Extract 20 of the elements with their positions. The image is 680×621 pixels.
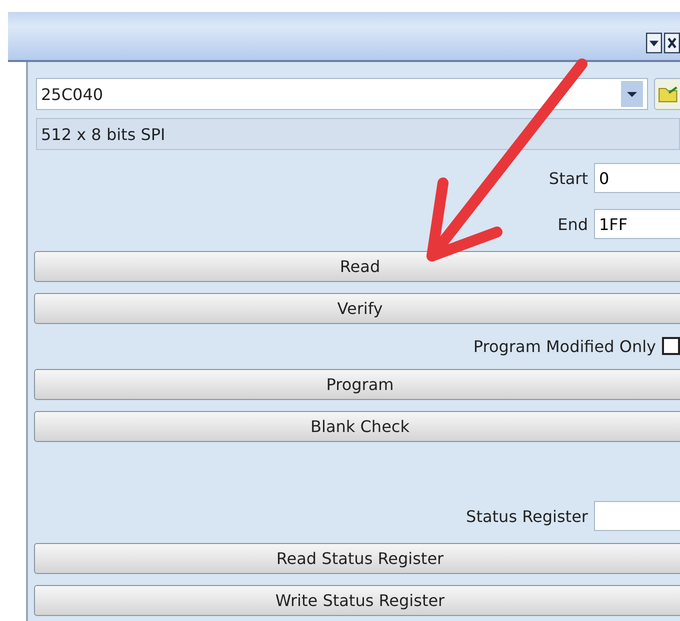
action-button[interactable]: Verify — [34, 293, 680, 324]
field-label: End — [558, 214, 588, 234]
input-field[interactable]: 0 — [594, 163, 680, 193]
close-icon[interactable] — [664, 32, 680, 54]
action-button[interactable]: Blank Check — [34, 411, 680, 442]
checkbox-label: Program Modified Only — [473, 336, 656, 356]
field-label: Start — [548, 168, 588, 188]
field-label: Status Register — [466, 506, 588, 526]
action-button[interactable]: Write Status Register — [34, 585, 680, 616]
open-folder-button[interactable] — [654, 78, 680, 110]
input-field[interactable]: 1FF — [594, 209, 680, 239]
folder-icon — [658, 84, 680, 104]
action-button[interactable]: Read — [34, 251, 680, 282]
input-field[interactable] — [594, 501, 680, 531]
action-button[interactable]: Read Status Register — [34, 543, 680, 574]
action-button[interactable]: Program — [34, 369, 680, 400]
checkbox[interactable] — [662, 337, 680, 355]
device-dropdown[interactable]: 25C040 — [36, 78, 648, 110]
device-info: 512 x 8 bits SPI — [36, 118, 680, 150]
dropdown-icon[interactable] — [646, 32, 662, 54]
